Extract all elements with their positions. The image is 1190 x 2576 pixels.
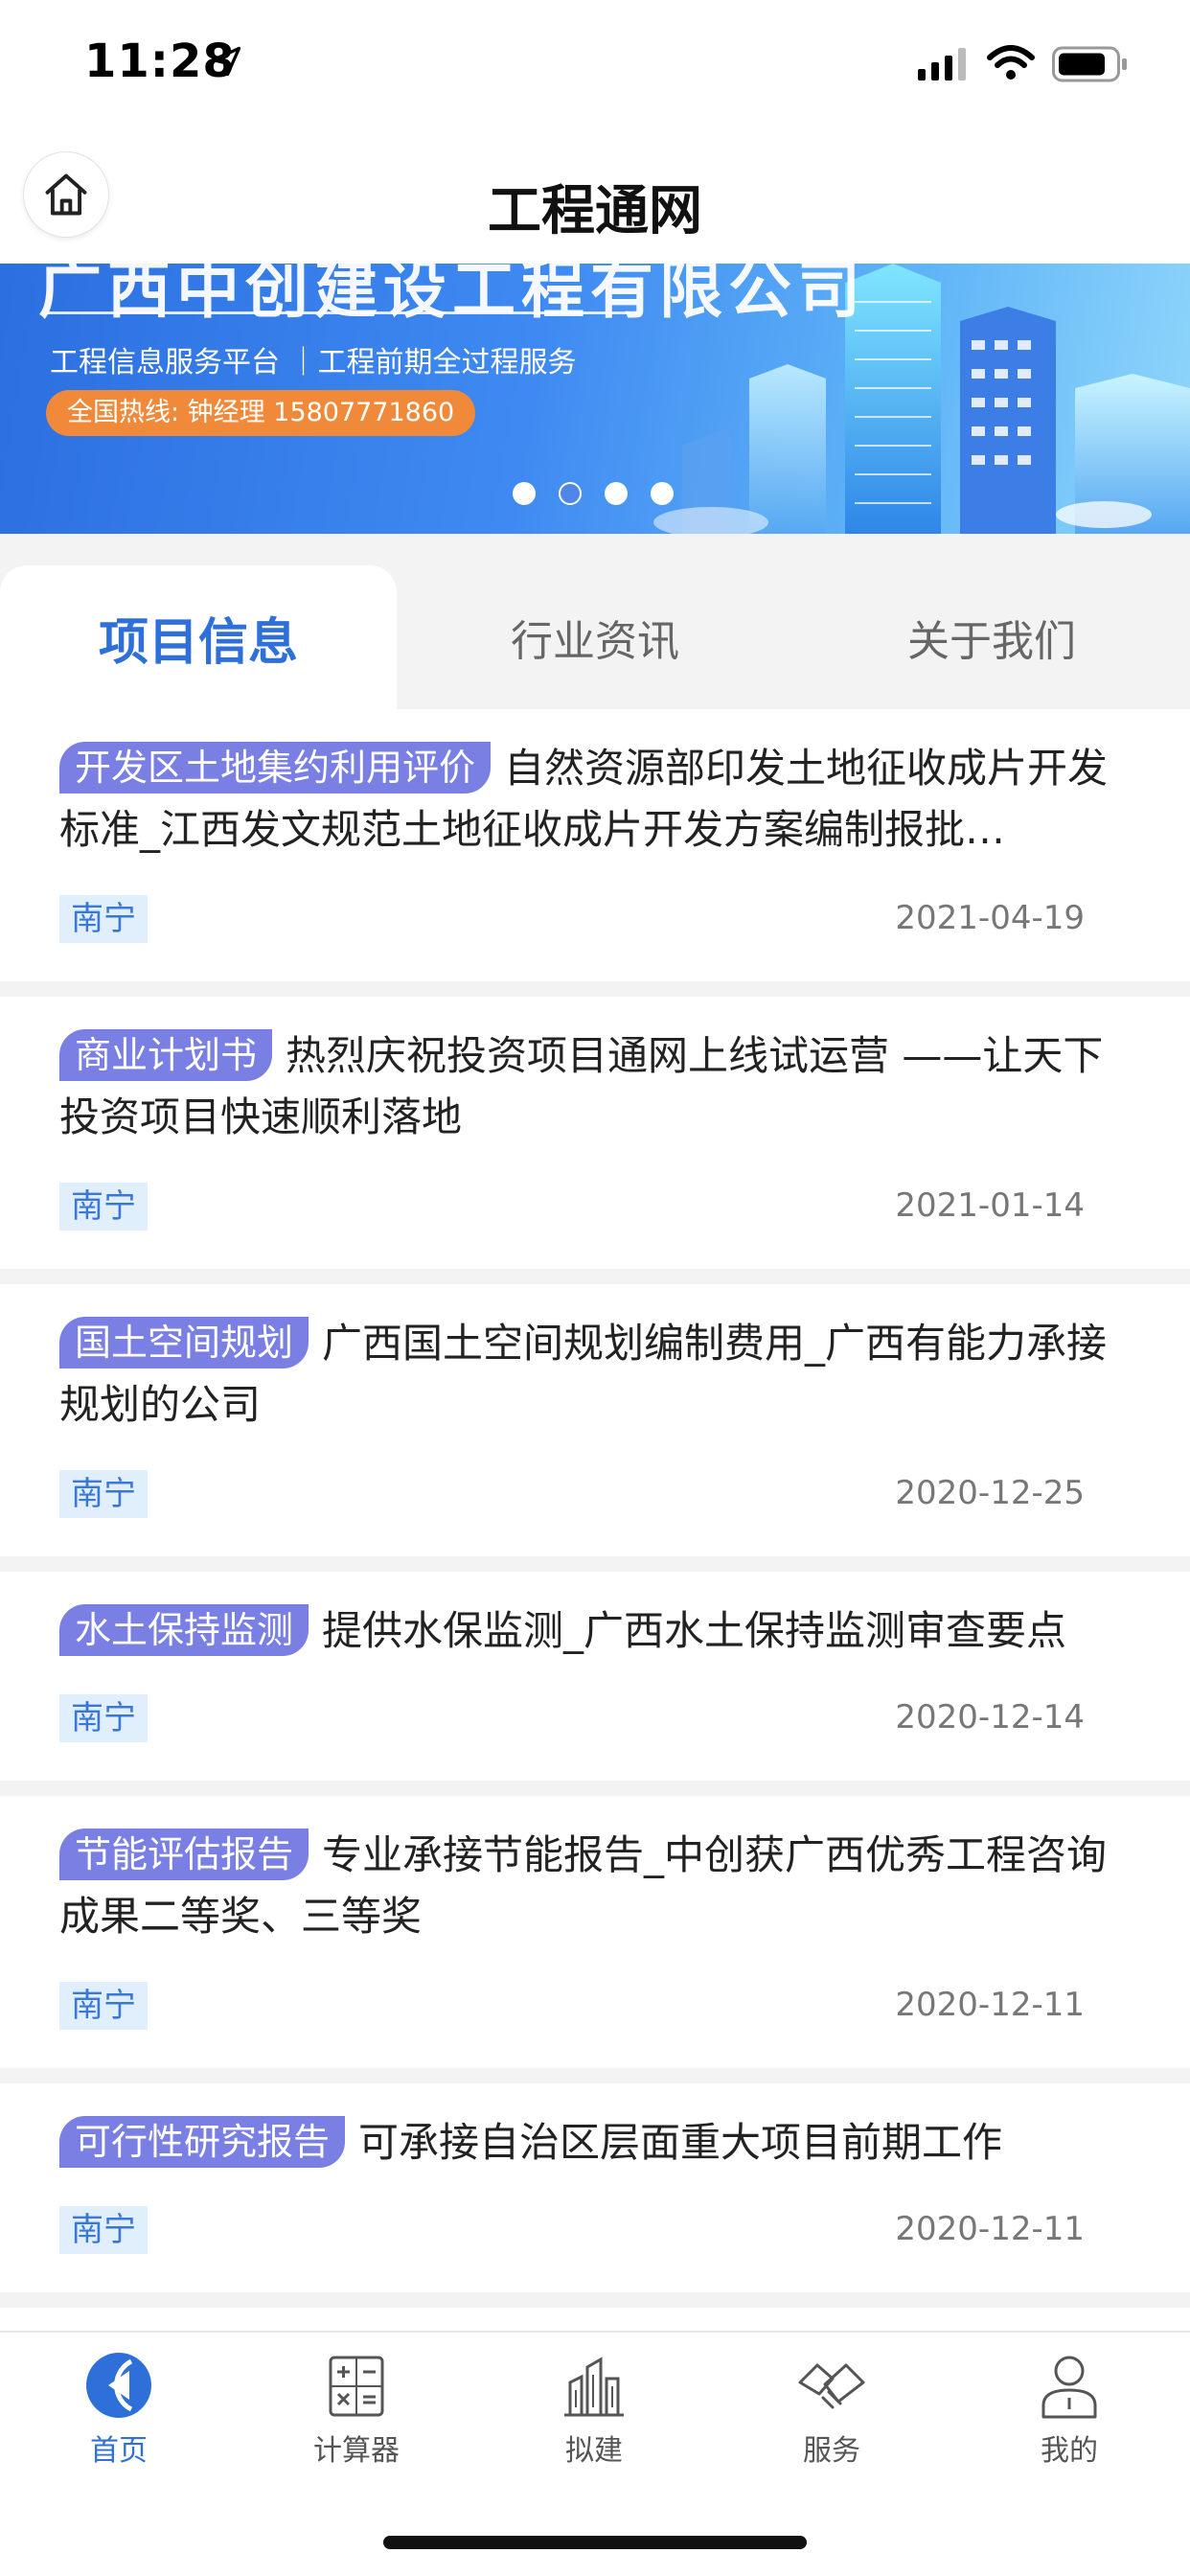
item-title: 可承接自治区层面重大项目前期工作 <box>358 2119 1003 2166</box>
category-tag: 开发区土地集约利用评价 <box>59 742 492 794</box>
category-tag: 国土空间规划 <box>59 1317 309 1368</box>
category-tag: 水土保持监测 <box>59 1604 309 1656</box>
city-tag: 南宁 <box>59 1470 148 1518</box>
item-date: 2021-04-19 <box>895 899 1085 937</box>
tabbar-planned[interactable]: 拟建 <box>475 2350 713 2474</box>
carousel-dot[interactable] <box>605 482 628 505</box>
tabbar-label: 服务 <box>803 2434 860 2468</box>
carousel-dots <box>513 482 674 505</box>
tabbar-mine[interactable]: 我的 <box>950 2350 1188 2474</box>
item-title-block: 可行性研究报告 可承接自治区层面重大项目前期工作 <box>59 2083 1131 2174</box>
banner-carousel[interactable]: 广西中创建设工程有限公司 工程信息服务平台 ｜工程前期全过程服务 全国热线: 钟… <box>0 264 1190 534</box>
user-icon <box>1041 2356 1097 2419</box>
page-title: 工程通网 <box>488 180 702 242</box>
status-bar: 11:28 <box>0 0 1190 129</box>
city-tag: 南宁 <box>59 2206 148 2254</box>
city-tag: 南宁 <box>59 1982 148 2030</box>
item-date: 2020-12-11 <box>895 1986 1085 2024</box>
list-item[interactable]: 开发区土地集约利用评价 自然资源部印发土地征收成片开发标准_江西发文规范土地征收成… <box>0 709 1190 997</box>
buildings-icon <box>564 2357 624 2417</box>
nav-bar: 工程通网 <box>0 129 1190 264</box>
list-item[interactable]: 可行性研究报告 可承接自治区层面重大项目前期工作 南宁 2020-12-11 <box>0 2083 1190 2308</box>
tabbar-home[interactable]: 首页 <box>0 2350 238 2474</box>
tab-project-info[interactable]: 项目信息 <box>0 565 397 709</box>
carousel-dot-active[interactable] <box>559 482 582 505</box>
item-title-block: 水土保持监测 提供水保监测_广西水土保持监测审查要点 <box>59 1572 1131 1662</box>
project-list: 开发区土地集约利用评价 自然资源部印发土地征收成片开发标准_江西发文规范土地征收成… <box>0 709 1190 2308</box>
handshake-icon <box>798 2363 865 2409</box>
tabbar-service[interactable]: 服务 <box>713 2350 950 2474</box>
tabbar-label: 拟建 <box>565 2434 623 2468</box>
tabbar-label: 计算器 <box>313 2434 400 2468</box>
city-tag: 南宁 <box>59 1694 148 1742</box>
home-indicator[interactable] <box>383 2536 807 2549</box>
banner-divider <box>46 311 630 314</box>
banner-hotline: 全国热线: 钟经理 15807771860 <box>46 390 476 436</box>
cellular-signal-icon <box>918 48 966 80</box>
item-date: 2020-12-25 <box>895 1474 1085 1512</box>
item-date: 2021-01-14 <box>895 1186 1085 1225</box>
wifi-icon <box>987 45 1035 80</box>
item-title-block: 开发区土地集约利用评价 自然资源部印发土地征收成片开发标准_江西发文规范土地征收成… <box>59 709 1131 861</box>
banner-subtitle: 工程信息服务平台 ｜工程前期全过程服务 <box>50 346 577 380</box>
list-item[interactable]: 节能评估报告 专业承接节能报告_中创获广西优秀工程咨询成果二等奖、三等奖 南宁 2… <box>0 1796 1190 2083</box>
item-date: 2020-12-14 <box>895 1698 1085 1736</box>
category-tag: 节能评估报告 <box>59 1828 309 1880</box>
location-arrow-icon <box>211 46 241 77</box>
tabbar-label: 我的 <box>1041 2434 1098 2468</box>
list-item[interactable]: 商业计划书 热烈庆祝投资项目通网上线试运营 ——让天下投资项目快速顺利落地 南宁 … <box>0 997 1190 1284</box>
calculator-icon <box>329 2356 384 2417</box>
category-tag: 商业计划书 <box>59 1029 273 1081</box>
category-tag: 可行性研究报告 <box>59 2116 346 2168</box>
list-item[interactable]: 水土保持监测 提供水保监测_广西水土保持监测审查要点 南宁 2020-12-14 <box>0 1572 1190 1796</box>
tab-about-us[interactable]: 关于我们 <box>793 565 1190 709</box>
carousel-dot[interactable] <box>513 482 536 505</box>
tab-industry-news[interactable]: 行业资讯 <box>397 565 793 709</box>
banner-company-name: 广西中创建设工程有限公司 <box>38 264 866 327</box>
city-tag: 南宁 <box>59 895 148 943</box>
list-item[interactable]: 国土空间规划 广西国土空间规划编制费用_广西有能力承接规划的公司 南宁 2020-… <box>0 1284 1190 1572</box>
item-title-block: 国土空间规划 广西国土空间规划编制费用_广西有能力承接规划的公司 <box>59 1284 1131 1436</box>
item-title: 提供水保监测_广西水土保持监测审查要点 <box>322 1607 1067 1654</box>
carousel-dot[interactable] <box>651 482 674 505</box>
home-arrow-icon <box>86 2353 151 2418</box>
item-title-block: 节能评估报告 专业承接节能报告_中创获广西优秀工程咨询成果二等奖、三等奖 <box>59 1796 1131 1947</box>
category-tabs: 项目信息 行业资讯 关于我们 <box>0 534 1190 709</box>
tabbar-calculator[interactable]: 计算器 <box>238 2350 475 2474</box>
item-date: 2020-12-11 <box>895 2210 1085 2248</box>
battery-icon <box>1052 46 1127 82</box>
item-title-block: 商业计划书 热烈庆祝投资项目通网上线试运营 ——让天下投资项目快速顺利落地 <box>59 997 1131 1148</box>
tabbar-label: 首页 <box>90 2434 148 2468</box>
city-tag: 南宁 <box>59 1183 148 1230</box>
